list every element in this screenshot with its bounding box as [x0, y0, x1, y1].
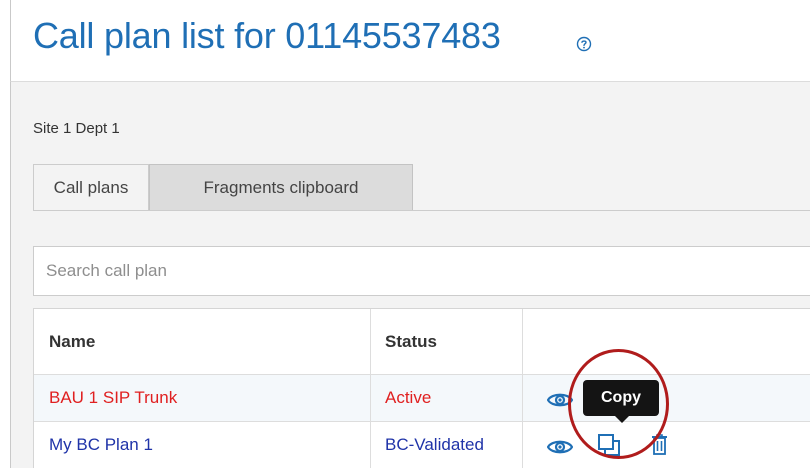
call-plan-status: Active: [371, 375, 523, 421]
page-title: Call plan list for 01145537483: [33, 15, 501, 56]
call-plan-table: Name Status BAU 1 SIP Trunk Active My BC…: [33, 308, 810, 468]
tab-call-plans[interactable]: Call plans: [33, 164, 149, 211]
breadcrumb: Site 1 Dept 1: [33, 120, 120, 137]
copy-tooltip: Copy: [583, 380, 659, 416]
tab-fragments-clipboard[interactable]: Fragments clipboard: [149, 164, 413, 211]
row-actions: [523, 375, 810, 421]
call-plan-status: BC-Validated: [371, 422, 523, 468]
column-header-name[interactable]: Name: [34, 309, 371, 374]
column-header-actions: [523, 309, 810, 374]
row-actions: [523, 422, 810, 468]
tooltip-arrow: [614, 415, 630, 423]
column-header-status[interactable]: Status: [371, 309, 523, 374]
copy-icon[interactable]: [598, 434, 620, 456]
help-circle-icon[interactable]: [576, 36, 592, 52]
tab-divider: [33, 210, 810, 211]
call-plan-name[interactable]: My BC Plan 1: [34, 422, 371, 468]
table-row[interactable]: BAU 1 SIP Trunk Active: [34, 374, 810, 421]
eye-icon[interactable]: [547, 392, 573, 408]
eye-icon[interactable]: [547, 439, 573, 455]
table-header-row: Name Status: [34, 308, 810, 374]
table-row[interactable]: My BC Plan 1 BC-Validated: [34, 421, 810, 468]
search-input[interactable]: [33, 246, 810, 296]
page-header: Call plan list for 01145537483: [10, 0, 810, 82]
call-plan-name[interactable]: BAU 1 SIP Trunk: [34, 375, 371, 421]
content-panel: Site 1 Dept 1 Call plans Fragments clipb…: [10, 82, 810, 468]
trash-icon[interactable]: [651, 433, 668, 455]
